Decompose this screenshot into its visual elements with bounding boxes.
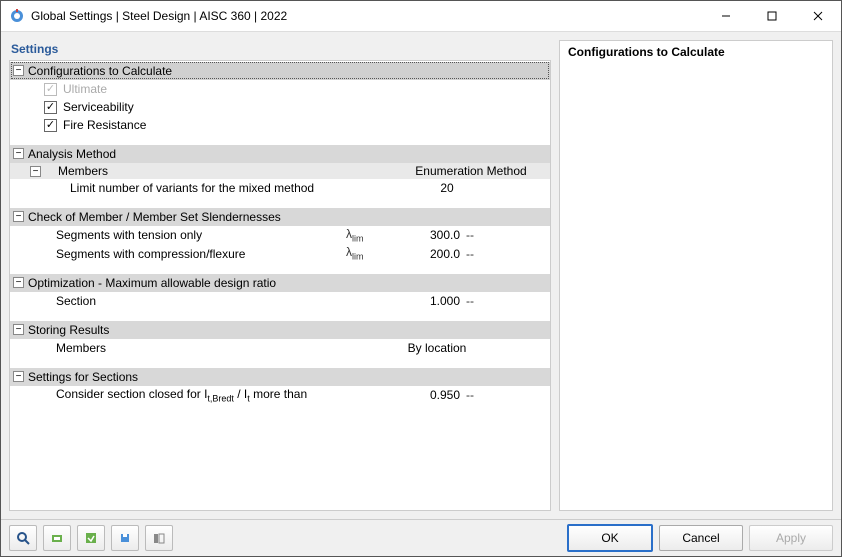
titlebar: Global Settings | Steel Design | AISC 36…	[1, 1, 841, 32]
subgroup-label: Members	[44, 164, 396, 178]
group-label: Optimization - Maximum allowable design …	[28, 276, 276, 290]
tool-button-1[interactable]	[9, 525, 37, 551]
group-label: Settings for Sections	[28, 370, 138, 384]
analysis-members-row: − Members Enumeration Method	[10, 163, 550, 179]
analysis-limit-variants-row[interactable]: Limit number of variants for the mixed m…	[10, 179, 550, 197]
settings-title: Settings	[9, 40, 551, 60]
right-panel: Configurations to Calculate	[559, 40, 833, 511]
left-panel: Settings − Configurations to Calculate ✓…	[9, 40, 551, 511]
config-label: Fire Resistance	[63, 118, 546, 132]
tool-button-5[interactable]	[145, 525, 173, 551]
group-label: Analysis Method	[28, 147, 116, 161]
collapse-icon[interactable]: −	[13, 65, 24, 76]
row-symbol: λlim	[346, 245, 380, 261]
row-unit: --	[466, 294, 502, 308]
group-label: Storing Results	[28, 323, 109, 337]
row-value[interactable]: 20	[390, 181, 504, 195]
config-fire-row: ✓ Fire Resistance	[10, 116, 550, 134]
row-label: Limit number of variants for the mixed m…	[56, 181, 390, 195]
group-label: Configurations to Calculate	[28, 64, 172, 78]
row-value[interactable]: 300.0	[380, 228, 466, 242]
checkbox-serviceability[interactable]: ✓	[44, 101, 57, 114]
checkbox-ultimate: ✓	[44, 83, 57, 96]
apply-button: Apply	[749, 525, 833, 551]
config-ultimate-row: ✓ Ultimate	[10, 80, 550, 98]
right-panel-title: Configurations to Calculate	[568, 45, 824, 59]
group-configurations[interactable]: − Configurations to Calculate	[10, 61, 550, 80]
window-title: Global Settings | Steel Design | AISC 36…	[31, 9, 703, 23]
row-unit: --	[466, 388, 502, 402]
config-label: Serviceability	[63, 100, 546, 114]
storing-members-row[interactable]: Members By location	[10, 339, 550, 357]
close-button[interactable]	[795, 1, 841, 31]
row-label: Consider section closed for It,Bredt / I…	[56, 387, 346, 403]
row-value[interactable]: By location	[380, 341, 494, 355]
slender-compression-row[interactable]: Segments with compression/flexure λlim 2…	[10, 244, 550, 262]
tool-button-2[interactable]	[43, 525, 71, 551]
row-label: Segments with compression/flexure	[56, 247, 346, 261]
collapse-icon[interactable]: −	[13, 277, 24, 288]
window-buttons	[703, 1, 841, 31]
row-unit: --	[466, 247, 502, 261]
maximize-button[interactable]	[749, 1, 795, 31]
collapse-icon[interactable]: −	[13, 148, 24, 159]
row-unit: --	[466, 228, 502, 242]
ok-button[interactable]: OK	[567, 524, 653, 552]
checkbox-fire-resistance[interactable]: ✓	[44, 119, 57, 132]
footer: OK Cancel Apply	[1, 519, 841, 556]
group-storing-results[interactable]: − Storing Results	[10, 320, 550, 339]
row-label: Members	[56, 341, 346, 355]
cancel-button[interactable]: Cancel	[659, 525, 743, 551]
minimize-button[interactable]	[703, 1, 749, 31]
row-value[interactable]: 1.000	[380, 294, 466, 308]
group-label: Check of Member / Member Set Slenderness…	[28, 210, 281, 224]
tool-button-3[interactable]	[77, 525, 105, 551]
group-optimization[interactable]: − Optimization - Maximum allowable desig…	[10, 273, 550, 292]
slender-tension-row[interactable]: Segments with tension only λlim 300.0 --	[10, 226, 550, 244]
collapse-icon[interactable]: −	[13, 371, 24, 382]
row-label: Segments with tension only	[56, 228, 346, 242]
config-serviceability-row: ✓ Serviceability	[10, 98, 550, 116]
row-label: Section	[56, 294, 346, 308]
sections-closed-row[interactable]: Consider section closed for It,Bredt / I…	[10, 386, 550, 404]
settings-tree[interactable]: − Configurations to Calculate ✓ Ultimate…	[9, 60, 551, 511]
row-value[interactable]: 0.950	[380, 388, 466, 402]
collapse-icon[interactable]: −	[30, 166, 41, 177]
group-analysis-method[interactable]: − Analysis Method	[10, 144, 550, 163]
dialog-window: Global Settings | Steel Design | AISC 36…	[0, 0, 842, 557]
group-sections[interactable]: − Settings for Sections	[10, 367, 550, 386]
tool-button-4[interactable]	[111, 525, 139, 551]
collapse-icon[interactable]: −	[13, 211, 24, 222]
group-slenderness[interactable]: − Check of Member / Member Set Slenderne…	[10, 207, 550, 226]
enum-header: Enumeration Method	[396, 164, 546, 178]
optim-section-row[interactable]: Section 1.000 --	[10, 292, 550, 310]
content-area: Settings − Configurations to Calculate ✓…	[1, 32, 841, 519]
row-symbol: λlim	[346, 227, 380, 243]
app-icon	[9, 8, 25, 24]
collapse-icon[interactable]: −	[13, 324, 24, 335]
row-value[interactable]: 200.0	[380, 247, 466, 261]
config-label: Ultimate	[63, 82, 546, 96]
